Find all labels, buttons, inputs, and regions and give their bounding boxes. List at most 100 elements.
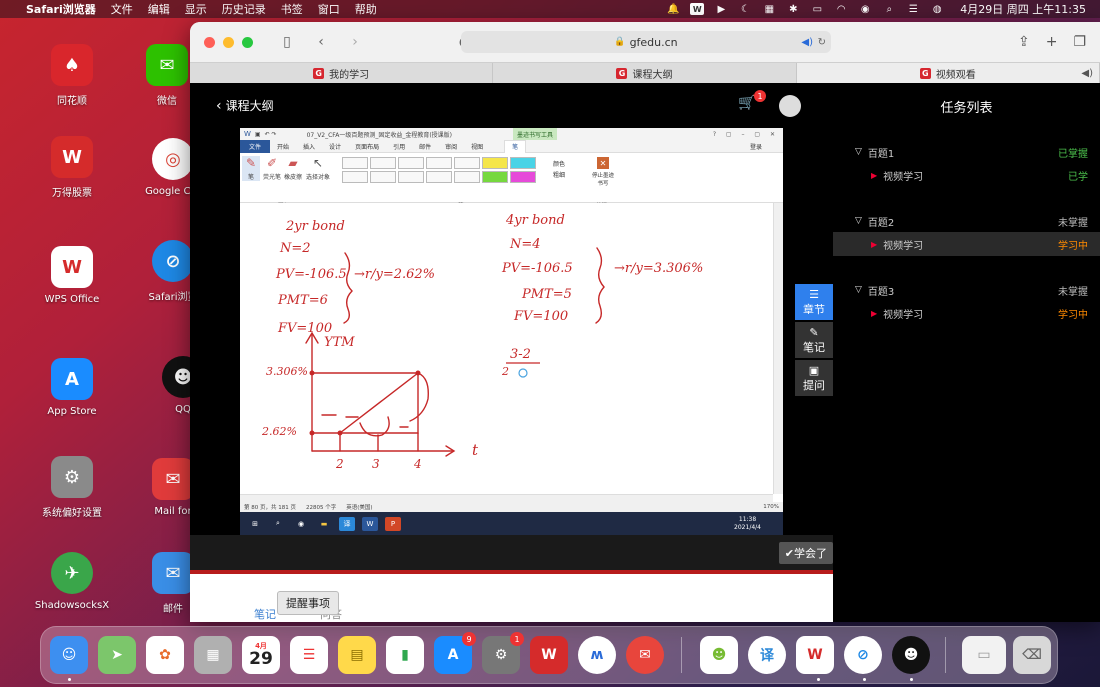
menu-window[interactable]: 窗口: [318, 1, 340, 17]
address-bar[interactable]: 🔒 gfedu.cn ◀) ↻: [461, 31, 831, 53]
moon-icon[interactable]: ☾: [738, 3, 752, 15]
video-player[interactable]: W ▣ ↶ ↷ 07_V2_CFA一级百题预测_固定收益_金程教育(授课版) 墨…: [240, 128, 783, 535]
dock-separator: [681, 637, 682, 673]
menu-clock[interactable]: 4月29日 周四 上午11:35: [960, 1, 1086, 17]
ask-question-button[interactable]: ▣ 提问: [795, 360, 833, 396]
wps-icon[interactable]: W: [796, 636, 834, 674]
pen-swatch: [370, 171, 396, 183]
tab-overview-icon[interactable]: ❐: [1073, 34, 1086, 50]
desktop-icon-tonghuashun[interactable]: ♠ 同花顺: [27, 44, 117, 107]
desktop-icon-wind[interactable]: W 万得股票: [27, 136, 117, 199]
menu-history[interactable]: 历史记录: [222, 1, 266, 17]
back-arrow-icon[interactable]: ‹: [313, 34, 329, 50]
pen-swatch: [370, 157, 396, 169]
forward-arrow-icon[interactable]: ›: [347, 34, 363, 50]
wind-icon[interactable]: W: [530, 636, 568, 674]
photos-icon[interactable]: ✿: [146, 636, 184, 674]
desktop-icon-wps-office[interactable]: W WPS Office: [27, 246, 117, 305]
ink-graph-xtick-2: 3: [372, 457, 380, 471]
numbers-icon[interactable]: ▮: [386, 636, 424, 674]
desktop-icon-app-store[interactable]: A App Store: [27, 358, 117, 417]
zoom-window-button[interactable]: [242, 36, 253, 48]
notification-bell-icon[interactable]: 🔔: [666, 3, 680, 15]
launchpad-icon[interactable]: ▦: [194, 636, 232, 674]
task-item-video-study[interactable]: ▶ 视频学习 学习中: [833, 301, 1100, 325]
play-status-icon[interactable]: ▶: [714, 3, 728, 15]
tab-video-watching[interactable]: G 视频观看 ◀): [796, 63, 1100, 83]
preview-icon[interactable]: ▭: [962, 636, 1006, 674]
grid-status-icon[interactable]: ▦: [762, 3, 776, 15]
translate-icon[interactable]: 译: [748, 636, 786, 674]
chevron-left-icon: ‹: [216, 97, 222, 114]
tab-audio-icon[interactable]: ◀): [1081, 68, 1093, 79]
word-vertical-scrollbar: [773, 203, 783, 494]
feishu-icon[interactable]: ʍ: [578, 636, 616, 674]
notes-button[interactable]: ✎ 笔记: [795, 322, 833, 358]
qq-ai-icon[interactable]: ☻: [700, 636, 738, 674]
word-statusbar: 第 80 页，共 181 页 22805 个字 英语(美国) 170%: [240, 502, 783, 512]
app-store-icon[interactable]: A 9: [434, 632, 476, 674]
pen-gallery: [342, 157, 542, 183]
mail-icon: ✉: [152, 552, 194, 594]
pen-swatch: [454, 157, 480, 169]
ink-left-title: 2yr bond: [286, 219, 345, 234]
learned-button[interactable]: ✔学会了: [778, 542, 833, 564]
ink-fraction-bottom: 2: [502, 365, 509, 378]
calendar-icon[interactable]: 4月 29: [242, 636, 280, 674]
speaker-icon[interactable]: ◀): [801, 37, 813, 48]
word-login: 登录: [749, 143, 762, 151]
sidebar-toggle-icon[interactable]: ▯: [279, 34, 295, 50]
tab-course-outline[interactable]: G 课程大纲: [493, 63, 797, 83]
spotlight-search-icon[interactable]: ⌕: [882, 3, 896, 15]
task-group-header[interactable]: ▽ 百题2 未掌握: [833, 210, 1100, 232]
avatar[interactable]: [779, 95, 801, 117]
wifi-icon[interactable]: ◠: [834, 3, 848, 15]
cart-icon[interactable]: 🛒 1: [738, 90, 766, 113]
task-item-status: 学习中: [1058, 309, 1088, 321]
dock: ☺ ➤ ✿ ▦ 4月 29 ☰ ▤ ▮ A 9 ⚙ 1 W ʍ ✉ ☻ 译 W ⊘…: [40, 626, 1058, 684]
reload-icon[interactable]: ↻: [818, 37, 826, 48]
task-group-header[interactable]: ▽ 百题1 已掌握: [833, 141, 1100, 163]
wps-status-icon[interactable]: W: [690, 3, 705, 15]
menu-bookmarks[interactable]: 书签: [281, 1, 303, 17]
task-item-video-study[interactable]: ▶ 视频学习 已学: [833, 163, 1100, 187]
minimize-window-button[interactable]: [223, 36, 234, 48]
menu-app-name[interactable]: Safari浏览器: [26, 1, 96, 17]
siri-icon[interactable]: ◍: [930, 3, 944, 15]
control-center-icon[interactable]: ☰: [906, 3, 920, 15]
back-to-outline-link[interactable]: ‹ 课程大纲: [216, 97, 274, 114]
finder-icon[interactable]: ☺: [50, 636, 88, 674]
menu-file[interactable]: 文件: [111, 1, 133, 17]
tab-notes[interactable]: 笔记: [254, 606, 276, 622]
qq-penguin-icon[interactable]: ☻: [892, 636, 930, 674]
tab-my-learning[interactable]: G 我的学习: [190, 63, 494, 83]
trash-icon[interactable]: ⌫: [1013, 636, 1051, 674]
chapters-button[interactable]: ☰ 章节: [795, 284, 833, 320]
task-item-video-study[interactable]: ▶ 视频学习 学习中: [833, 232, 1100, 256]
notes-icon[interactable]: ▤: [338, 636, 376, 674]
close-window-button[interactable]: [204, 36, 215, 48]
bluetooth-icon[interactable]: ✱: [786, 3, 800, 15]
highlighter-icon: ✐: [266, 156, 278, 170]
menu-help[interactable]: 帮助: [355, 1, 377, 17]
new-tab-plus-icon[interactable]: +: [1046, 34, 1058, 50]
maps-icon[interactable]: ➤: [98, 636, 136, 674]
mail-icon[interactable]: ✉: [626, 636, 664, 674]
system-preferences-icon[interactable]: ⚙ 1: [482, 632, 524, 674]
menu-edit[interactable]: 编辑: [148, 1, 170, 17]
mail-red-icon: ✉: [152, 458, 194, 500]
battery-icon[interactable]: ▭: [810, 3, 824, 15]
user-switch-icon[interactable]: ◉: [858, 3, 872, 15]
word-titlebar: W ▣ ↶ ↷ 07_V2_CFA一级百题预测_固定收益_金程教育(授课版) 墨…: [240, 128, 783, 140]
menu-view[interactable]: 显示: [185, 1, 207, 17]
task-group-status: 未掌握: [1058, 217, 1088, 229]
ribbon-write-group: ✎ 笔 ✐ 荧光笔 ▰ 橡皮擦 ↖ 选择对象: [242, 156, 331, 181]
task-group-header[interactable]: ▽ 百题3 未掌握: [833, 279, 1100, 301]
desktop-icon-shadowsocksx[interactable]: ✈ ShadowsocksX: [27, 552, 117, 611]
share-icon[interactable]: ⇪: [1018, 34, 1030, 50]
desktop-icon-system-preferences[interactable]: ⚙ 系统偏好设置: [27, 456, 117, 519]
reminders-icon[interactable]: ☰: [290, 636, 328, 674]
word-horizontal-scrollbar: [240, 494, 773, 502]
running-indicator: [68, 678, 71, 681]
safari-icon[interactable]: ⊘: [844, 636, 882, 674]
